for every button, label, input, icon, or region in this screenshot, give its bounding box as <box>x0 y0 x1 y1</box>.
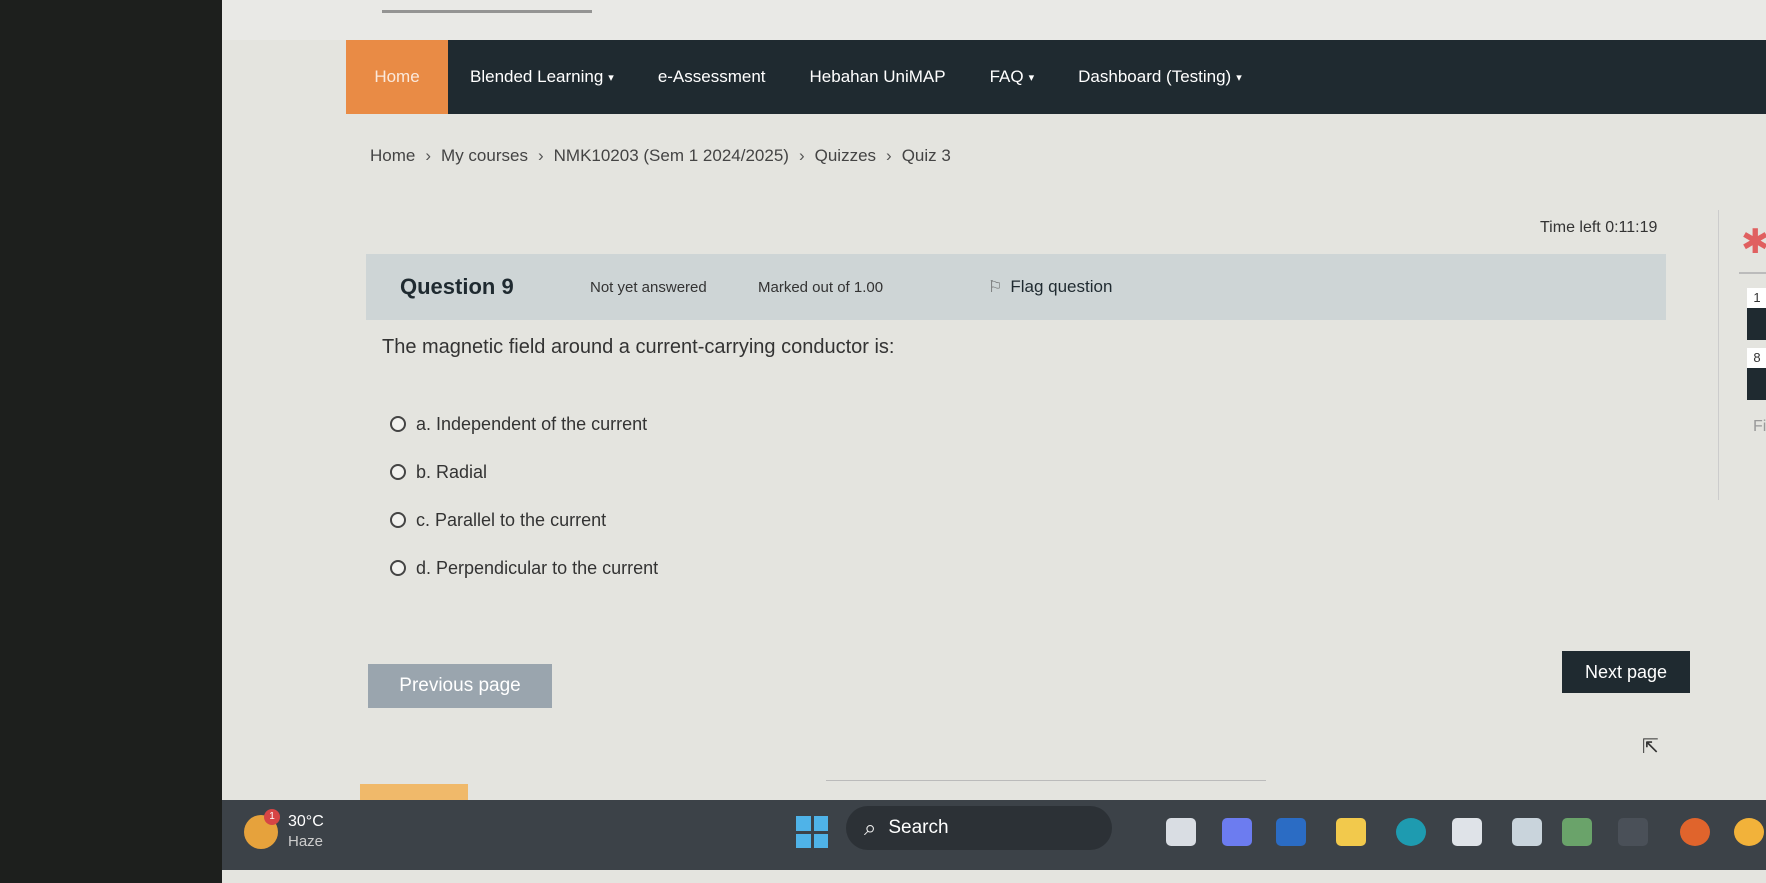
word-icon[interactable] <box>1276 818 1306 846</box>
tool-icon[interactable] <box>1618 818 1648 846</box>
radio-button[interactable] <box>390 560 406 576</box>
breadcrumb-separator: › <box>425 146 432 165</box>
breadcrumb-my-courses[interactable]: My courses <box>441 146 528 166</box>
edge-browser-icon[interactable] <box>1396 818 1426 846</box>
nav-hebahan-unimap[interactable]: Hebahan UniMAP <box>788 40 968 114</box>
nav-blended-learning[interactable]: Blended Learning ▾ <box>448 40 636 114</box>
copilot-icon[interactable] <box>1222 818 1252 846</box>
quiz-nav-number: 1 <box>1747 288 1766 308</box>
top-divider <box>382 10 592 13</box>
nav-e-assessment[interactable]: e-Assessment <box>636 40 788 114</box>
microsoft-store-icon[interactable] <box>1452 818 1482 846</box>
search-label: Search <box>888 817 949 838</box>
weather-widget[interactable]: 1 30°C Haze <box>244 809 324 852</box>
answer-option-d[interactable]: d. Perpendicular to the current <box>390 544 658 592</box>
answer-option-a[interactable]: a. Independent of the current <box>390 400 658 448</box>
nav-faq-label: FAQ <box>989 67 1024 86</box>
question-marks: Marked out of 1.00 <box>758 278 884 296</box>
answer-label: a. Independent of the current <box>416 413 648 434</box>
nav-home-label: Home <box>374 67 420 86</box>
breadcrumb-separator: › <box>798 146 805 165</box>
chrome-icon[interactable] <box>1734 818 1764 846</box>
asterisk-icon: ✱ <box>1741 223 1766 261</box>
previous-page-button[interactable]: Previous page <box>368 664 552 708</box>
answer-option-c[interactable]: c. Parallel to the current <box>390 496 658 544</box>
file-explorer-icon[interactable] <box>1336 818 1366 846</box>
nav-dashboard[interactable]: Dashboard (Testing) ▾ <box>1056 40 1264 114</box>
next-page-button[interactable]: Next page <box>1562 651 1690 693</box>
bottom-tab-edge <box>360 784 468 800</box>
time-left: Time left 0:11:19 <box>1540 219 1658 236</box>
search-icon: ⌕ <box>864 815 877 840</box>
quiz-navigation-panel: ✱ 1 8 Fin <box>1718 210 1766 500</box>
breadcrumb-home[interactable]: Home <box>370 146 415 166</box>
notification-badge: 1 <box>264 809 280 825</box>
answer-label: d. Perpendicular to the current <box>416 557 659 578</box>
question-state: Not yet answered <box>590 278 707 296</box>
breadcrumb-course[interactable]: NMK10203 (Sem 1 2024/2025) <box>554 146 789 166</box>
nav-e-assessment-label: e-Assessment <box>657 67 766 86</box>
question-text: The magnetic field around a current-carr… <box>382 336 895 358</box>
radio-button[interactable] <box>390 416 406 432</box>
question-info-bar: Question 9 Not yet answered Marked out o… <box>366 254 1666 320</box>
radio-button[interactable] <box>390 512 406 528</box>
browser-viewport: Home Blended Learning ▾ e-Assessment Heba… <box>222 0 1766 883</box>
breadcrumb-quizzes[interactable]: Quizzes <box>815 146 876 166</box>
flag-question-label: Flag question <box>1010 277 1113 296</box>
task-view-icon[interactable] <box>1166 818 1196 846</box>
main-navbar: Home Blended Learning ▾ e-Assessment Heba… <box>346 40 1766 114</box>
nav-faq[interactable]: FAQ ▾ <box>968 40 1057 114</box>
mouse-cursor-icon: ⇱ <box>1642 736 1659 758</box>
quiz-nav-button-8[interactable]: 8 <box>1747 348 1766 400</box>
windows-start-icon[interactable] <box>796 816 828 848</box>
question-number: Question 9 <box>400 274 514 299</box>
weather-icon: 1 <box>244 809 280 849</box>
ea-app-icon[interactable] <box>1680 818 1710 846</box>
top-strip <box>222 0 1766 40</box>
breadcrumb-quiz[interactable]: Quiz 3 <box>902 146 951 166</box>
windows-taskbar: 1 30°C Haze ⌕ Search <box>222 800 1766 870</box>
nav-blended-learning-label: Blended Learning <box>470 67 604 86</box>
answer-option-b[interactable]: b. Radial <box>390 448 658 496</box>
nav-dashboard-label: Dashboard (Testing) <box>1078 67 1232 86</box>
chevron-down-icon: ▾ <box>1028 71 1035 84</box>
weather-condition: Haze <box>288 833 324 850</box>
temperature: 30°C <box>288 813 324 830</box>
taskbar-search[interactable]: ⌕ Search <box>846 806 1112 850</box>
answer-label: b. Radial <box>416 461 488 482</box>
answer-options: a. Independent of the current b. Radial … <box>390 400 658 592</box>
nav-hebahan-label: Hebahan UniMAP <box>809 67 946 86</box>
panel-divider <box>1739 272 1766 274</box>
breadcrumb-separator: › <box>886 146 892 165</box>
radio-button[interactable] <box>390 464 406 480</box>
answer-label: c. Parallel to the current <box>416 509 607 530</box>
chevron-down-icon: ▾ <box>608 71 614 84</box>
chevron-down-icon: ▾ <box>1236 71 1242 84</box>
game-icon[interactable] <box>1562 818 1592 846</box>
quiz-nav-button-1[interactable]: 1 <box>1747 288 1766 340</box>
quiz-nav-number: 8 <box>1747 348 1766 368</box>
flag-question-button[interactable]: ⚐ Flag question <box>988 277 1112 297</box>
breadcrumb: Home › My courses › NMK10203 (Sem 1 2024… <box>370 146 951 166</box>
finish-attempt-link[interactable]: Fin <box>1753 418 1766 436</box>
flag-icon: ⚐ <box>988 279 1003 296</box>
nav-home[interactable]: Home <box>346 40 448 114</box>
breadcrumb-separator: › <box>537 146 544 165</box>
weather-text: 30°C Haze <box>288 812 324 852</box>
bottom-divider <box>826 780 1266 781</box>
app-icon[interactable] <box>1512 818 1542 846</box>
